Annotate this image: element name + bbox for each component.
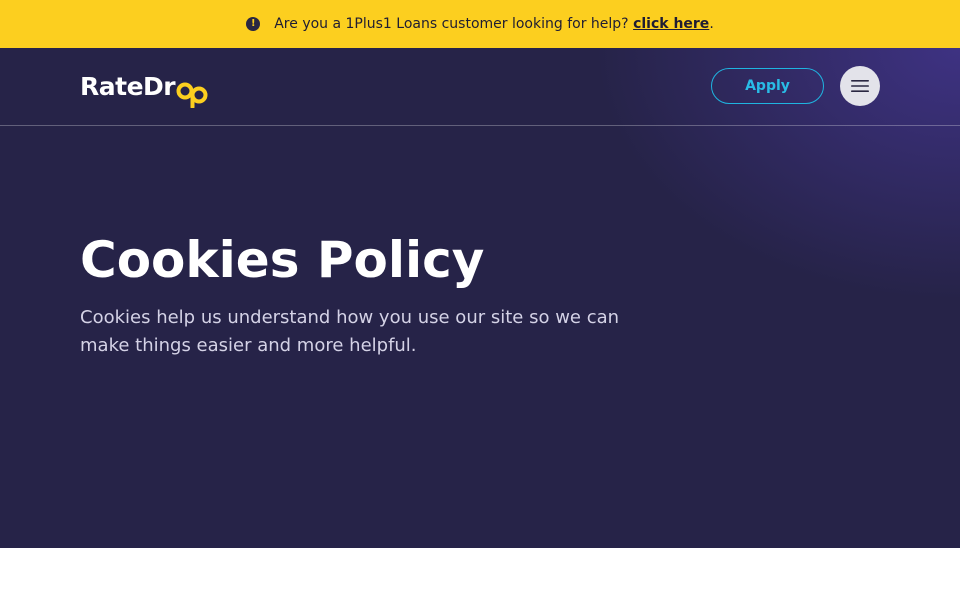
notice-trailing: .	[709, 16, 714, 32]
notice-link[interactable]: click here	[633, 16, 709, 32]
ratedrop-logo[interactable]: RateDr	[80, 71, 210, 111]
notice-banner: ! Are you a 1Plus1 Loans customer lookin…	[0, 0, 960, 48]
notice-text: Are you a 1Plus1 Loans customer looking …	[274, 16, 714, 32]
hero-section: RateDr Apply Cookies Policy Cookies help…	[0, 48, 960, 548]
menu-button[interactable]	[840, 66, 880, 106]
notice-message: Are you a 1Plus1 Loans customer looking …	[274, 16, 634, 32]
content-area	[0, 548, 960, 600]
logo-text: RateDr	[80, 72, 176, 101]
page-subtitle: Cookies help us understand how you use o…	[80, 307, 620, 356]
logo-op-mark	[176, 82, 208, 108]
apply-button[interactable]: Apply	[711, 68, 824, 104]
hamburger-menu-icon	[851, 80, 869, 92]
alert-circle-icon: !	[246, 17, 261, 31]
page-title: Cookies Policy	[80, 231, 485, 289]
site-header: RateDr Apply	[0, 48, 960, 126]
